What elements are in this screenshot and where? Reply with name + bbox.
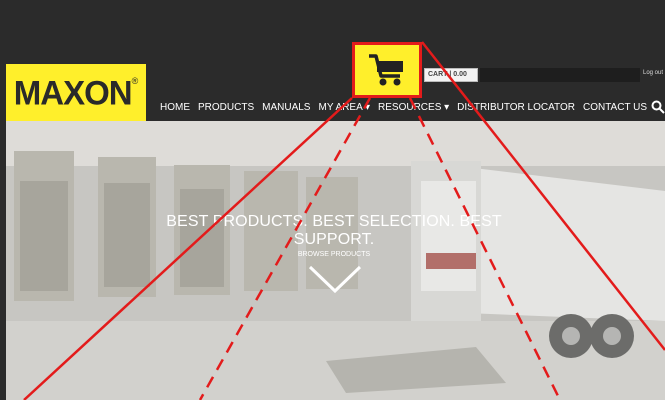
chevron-down-icon[interactable] bbox=[308, 263, 362, 295]
hero-banner: BEST PRODUCTS. BEST SELECTION. BEST SUPP… bbox=[6, 121, 665, 400]
hero-tagline: BEST PRODUCTS. BEST SELECTION. BEST SUPP… bbox=[166, 213, 502, 248]
logout-link[interactable]: Log out bbox=[643, 70, 663, 76]
nav-item-products[interactable]: PRODUCTS bbox=[198, 102, 254, 118]
nav-item-manuals[interactable]: MANUALS bbox=[262, 102, 310, 118]
brand-logo-text: MAXON bbox=[13, 73, 133, 112]
trademark-mark: ® bbox=[131, 76, 139, 86]
browse-products-link[interactable]: BROWSE PRODUCTS bbox=[286, 251, 382, 258]
nav-item-home[interactable]: HOME bbox=[160, 102, 190, 118]
cart-button[interactable] bbox=[352, 42, 422, 98]
page-frame: MAXON ® CART | 0.00 Log out HOME PRODUCTS… bbox=[0, 0, 665, 400]
shopping-cart-icon bbox=[369, 54, 403, 86]
nav-item-resources[interactable]: RESOURCES ▾ bbox=[378, 102, 449, 118]
search-icon[interactable] bbox=[651, 100, 665, 114]
header-search-bar[interactable] bbox=[480, 68, 640, 82]
main-nav: HOME PRODUCTS MANUALS MY AREA ▾ RESOURCE… bbox=[160, 102, 655, 118]
nav-item-contact-us[interactable]: CONTACT US bbox=[583, 102, 647, 118]
nav-item-my-area[interactable]: MY AREA ▾ bbox=[318, 102, 370, 118]
cart-total[interactable]: CART | 0.00 bbox=[424, 68, 478, 82]
brand-logo[interactable]: MAXON ® bbox=[6, 64, 146, 122]
nav-item-distributor-locator[interactable]: DISTRIBUTOR LOCATOR bbox=[457, 102, 575, 118]
hero-background-image bbox=[6, 121, 665, 400]
